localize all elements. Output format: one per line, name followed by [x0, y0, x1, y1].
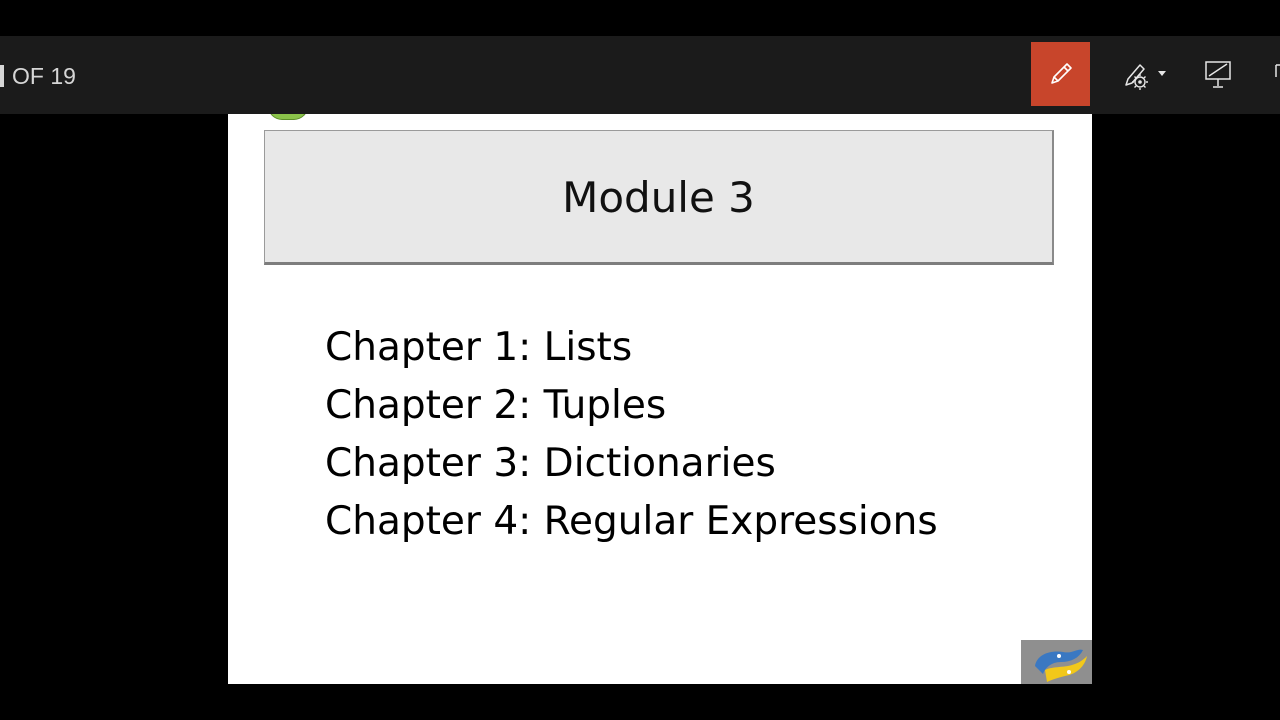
pen-icon [1050, 63, 1072, 84]
laser-pointer-icon [1125, 64, 1166, 90]
pen-button[interactable] [1031, 42, 1090, 106]
more-icon [1275, 64, 1280, 77]
list-item: Chapter 2: Tuples [325, 383, 667, 428]
list-item: Chapter 4: Regular Expressions [325, 499, 938, 544]
slide-counter: OF 19 [0, 36, 76, 114]
screen-icon [1205, 61, 1231, 88]
presentation-toolbar: OF 19 [0, 36, 1280, 114]
slide-total-label: OF 19 [12, 63, 76, 89]
slide-title: Module 3 [562, 173, 755, 222]
slide-canvas: Module 3 Chapter 1: Lists Chapter 2: Tup… [228, 114, 1092, 684]
chapter-list: Chapter 1: Lists Chapter 2: Tuples Chapt… [325, 319, 938, 551]
slide-number-fragment [0, 65, 4, 87]
chevron-down-icon [1158, 71, 1166, 76]
more-button[interactable] [1266, 42, 1280, 106]
list-item: Chapter 3: Dictionaries [325, 441, 776, 486]
python-logo-icon [1021, 640, 1092, 684]
title-box: Module 3 [264, 130, 1054, 265]
screen-button[interactable] [1196, 42, 1240, 106]
list-item: Chapter 1: Lists [325, 325, 633, 370]
logo-fragment [268, 114, 308, 120]
laser-pointer-button[interactable] [1110, 42, 1174, 106]
